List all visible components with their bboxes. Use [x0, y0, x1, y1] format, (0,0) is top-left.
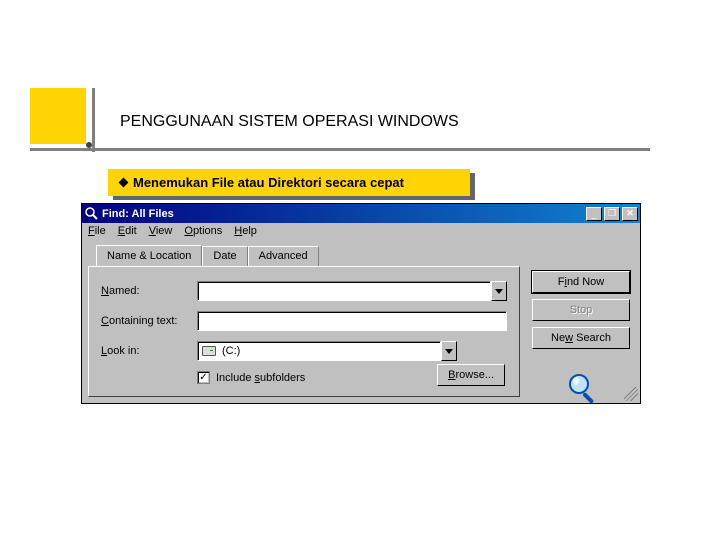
lookin-dropdown-button[interactable] [441, 341, 457, 361]
menu-file[interactable]: File [88, 225, 106, 237]
magnifier-icon [566, 371, 600, 408]
find-now-button[interactable]: Find Now [532, 271, 630, 293]
tab-name-location[interactable]: Name & Location [96, 245, 202, 266]
menubar: File Edit View Options Help [82, 223, 640, 239]
callout: Menemukan File atau Direktori secara cep… [108, 169, 470, 196]
named-dropdown-button[interactable] [491, 281, 507, 301]
containing-input[interactable] [197, 311, 507, 331]
minimize-button[interactable]: _ [586, 207, 602, 221]
decorative-rule-vertical [92, 88, 95, 152]
tab-advanced[interactable]: Advanced [248, 246, 319, 267]
callout-box: Menemukan File atau Direktori secara cep… [108, 169, 470, 196]
bullet-diamond-icon [119, 178, 129, 188]
menu-help[interactable]: Help [234, 225, 257, 237]
menu-view[interactable]: View [149, 225, 173, 237]
tab-panel: Named: Containing text: Look in: [88, 266, 520, 397]
decorative-rule-horizontal [30, 148, 650, 151]
lookin-row: Look in: (C:) [101, 341, 507, 361]
menu-options[interactable]: Options [184, 225, 222, 237]
slide: PENGGUNAAN SISTEM OPERASI WINDOWS Menemu… [0, 0, 720, 540]
menu-edit[interactable]: Edit [118, 225, 137, 237]
stop-button[interactable]: Stop [532, 299, 630, 321]
tab-date[interactable]: Date [202, 246, 247, 267]
close-button[interactable]: ✕ [622, 207, 638, 221]
drive-icon [202, 346, 216, 356]
action-buttons: Find Now Stop New Search [532, 271, 630, 349]
include-subfolders-checkbox[interactable]: ✓ [197, 371, 210, 384]
named-input[interactable] [197, 281, 491, 301]
containing-row: Containing text: [101, 311, 507, 331]
decorative-dot [86, 142, 92, 148]
tab-strip: Name & Location Date Advanced [96, 245, 634, 266]
decorative-block [30, 88, 86, 144]
resize-grip-icon[interactable] [624, 387, 638, 401]
slide-title: PENGGUNAAN SISTEM OPERASI WINDOWS [120, 113, 459, 131]
containing-label: Containing text: [101, 315, 197, 327]
named-row: Named: [101, 281, 507, 301]
find-window: Find: All Files _ ❐ ✕ File Edit View Opt… [81, 203, 641, 404]
lookin-combo[interactable]: (C:) [197, 341, 441, 361]
window-body: Name & Location Date Advanced Named: Con… [82, 239, 640, 403]
include-subfolders-label: Include subfolders [216, 372, 305, 384]
app-icon [84, 207, 98, 221]
named-label: Named: [101, 285, 197, 297]
chevron-down-icon [495, 289, 503, 294]
window-title: Find: All Files [102, 208, 584, 220]
browse-button[interactable]: Browse... [437, 364, 505, 386]
titlebar[interactable]: Find: All Files _ ❐ ✕ [82, 204, 640, 223]
callout-text: Menemukan File atau Direktori secara cep… [133, 175, 404, 190]
new-search-button[interactable]: New Search [532, 327, 630, 349]
chevron-down-icon [445, 349, 453, 354]
maximize-button[interactable]: ❐ [604, 207, 620, 221]
lookin-label: Look in: [101, 345, 197, 357]
lookin-value: (C:) [222, 345, 240, 357]
